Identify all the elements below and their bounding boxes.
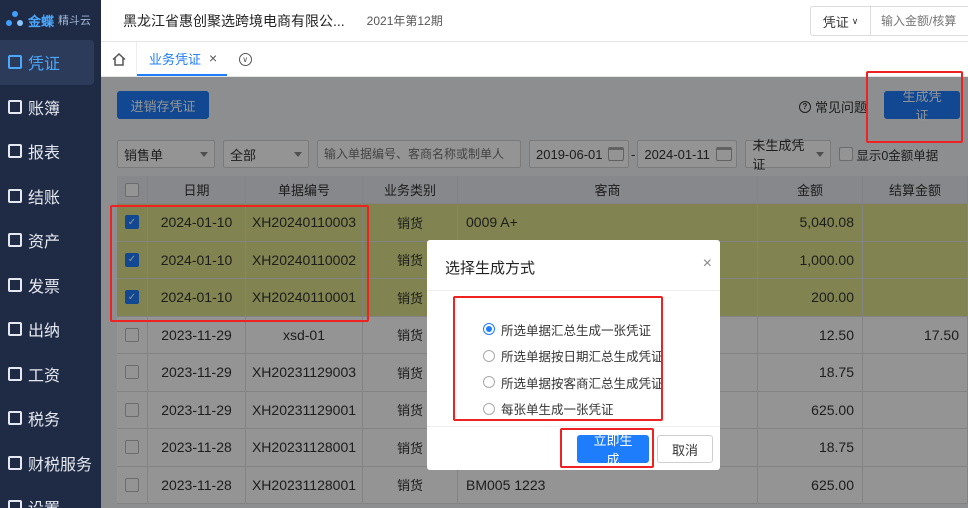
sidebar-item-1[interactable]: 账簿 <box>0 85 101 130</box>
sidebar-item-label: 资产 <box>28 234 61 252</box>
search-input[interactable] <box>871 7 968 35</box>
tab-bar: 业务凭证 × ∨ <box>101 42 968 77</box>
brand-name: 金蝶 <box>28 13 55 29</box>
settings-icon <box>8 500 22 508</box>
cancel-button[interactable]: 取消 <box>657 435 713 463</box>
tab-menu-button[interactable]: ∨ <box>227 42 263 76</box>
generate-now-button[interactable]: 立即生成 <box>577 433 649 467</box>
option-label: 所选单据按日期汇总生成凭证 <box>501 350 664 365</box>
sidebar-item-6[interactable]: 出纳 <box>0 307 101 352</box>
sidebar-item-label: 结账 <box>28 189 61 207</box>
sidebar-item-label: 出纳 <box>28 323 61 341</box>
top-bar: 黑龙江省惠创聚选跨境电商有限公... 2021年第12期 凭证 ∨ <box>101 0 968 42</box>
sidebar-item-2[interactable]: 报表 <box>0 129 101 174</box>
divider <box>427 426 720 427</box>
chevron-down-icon: ∨ <box>851 15 859 26</box>
method-options: 所选单据汇总生成一张凭证 所选单据按日期汇总生成凭证 所选单据按客商汇总生成凭证 每张… <box>483 316 664 422</box>
ledger-icon <box>8 99 22 114</box>
logo-icon <box>6 11 24 29</box>
search-type-select[interactable]: 凭证 ∨ <box>811 7 871 35</box>
asset-icon <box>8 233 22 248</box>
sidebar-item-label: 报表 <box>28 145 61 163</box>
home-icon <box>111 52 126 66</box>
voucher-icon <box>8 55 22 70</box>
divider <box>427 290 720 291</box>
method-option-2[interactable]: 所选单据按客商汇总生成凭证 <box>483 369 664 396</box>
sidebar-item-label: 发票 <box>28 278 61 296</box>
tab-business-voucher[interactable]: 业务凭证 × <box>137 42 228 76</box>
sidebar-item-label: 财税服务 <box>28 456 93 474</box>
radio-button[interactable] <box>483 376 495 389</box>
sidebar-item-7[interactable]: 工资 <box>0 352 101 397</box>
company-name[interactable]: 黑龙江省惠创聚选跨境电商有限公... <box>123 11 345 31</box>
sidebar-item-3[interactable]: 结账 <box>0 174 101 219</box>
search-type-label: 凭证 <box>822 14 849 30</box>
sidebar-item-10[interactable]: 设置 <box>0 485 101 508</box>
method-option-0[interactable]: 所选单据汇总生成一张凭证 <box>483 316 664 343</box>
sidebar-item-0[interactable]: 凭证 <box>0 40 94 85</box>
invoice-icon <box>8 277 22 292</box>
method-option-1[interactable]: 所选单据按日期汇总生成凭证 <box>483 343 664 370</box>
close-icon[interactable]: × <box>703 255 712 273</box>
sidebar-item-label: 税务 <box>28 412 61 430</box>
option-label: 所选单据按客商汇总生成凭证 <box>501 376 664 391</box>
sidebar-item-4[interactable]: 资产 <box>0 218 101 263</box>
sidebar-item-9[interactable]: 财税服务 <box>0 441 101 486</box>
generate-method-dialog: 选择生成方式 × 所选单据汇总生成一张凭证 所选单据按日期汇总生成凭证 所选单据按客… <box>427 240 720 470</box>
radio-button[interactable] <box>483 402 495 415</box>
option-label: 所选单据汇总生成一张凭证 <box>501 323 652 338</box>
chevron-down-icon: ∨ <box>238 52 252 66</box>
radio-button[interactable] <box>483 349 495 362</box>
sidebar-item-8[interactable]: 税务 <box>0 396 101 441</box>
sidebar-item-label: 凭证 <box>28 56 61 74</box>
option-label: 每张单生成一张凭证 <box>501 403 614 418</box>
cashier-icon <box>8 322 22 337</box>
sidebar-item-label: 工资 <box>28 367 61 385</box>
product-name: 精斗云 <box>58 15 92 27</box>
accounting-period[interactable]: 2021年第12期 <box>367 12 443 29</box>
report-icon <box>8 144 22 159</box>
sidebar: 金蝶 精斗云 凭证账簿报表结账资产发票出纳工资税务财税服务设置 <box>0 0 101 508</box>
sidebar-item-label: 设置 <box>28 495 60 508</box>
logo: 金蝶 精斗云 <box>0 0 101 40</box>
close-account-icon <box>8 188 22 203</box>
salary-icon <box>8 366 22 381</box>
sidebar-item-5[interactable]: 发票 <box>0 263 101 308</box>
radio-button[interactable] <box>483 323 495 336</box>
sidebar-item-label: 账簿 <box>28 100 61 118</box>
service-icon <box>8 455 22 470</box>
tax-icon <box>8 411 22 426</box>
close-icon[interactable]: × <box>209 50 217 66</box>
dialog-title: 选择生成方式 <box>445 260 536 277</box>
global-search: 凭证 ∨ <box>810 6 968 36</box>
tab-label: 业务凭证 <box>149 51 202 67</box>
method-option-3[interactable]: 每张单生成一张凭证 <box>483 396 664 423</box>
home-tab[interactable] <box>101 42 137 76</box>
